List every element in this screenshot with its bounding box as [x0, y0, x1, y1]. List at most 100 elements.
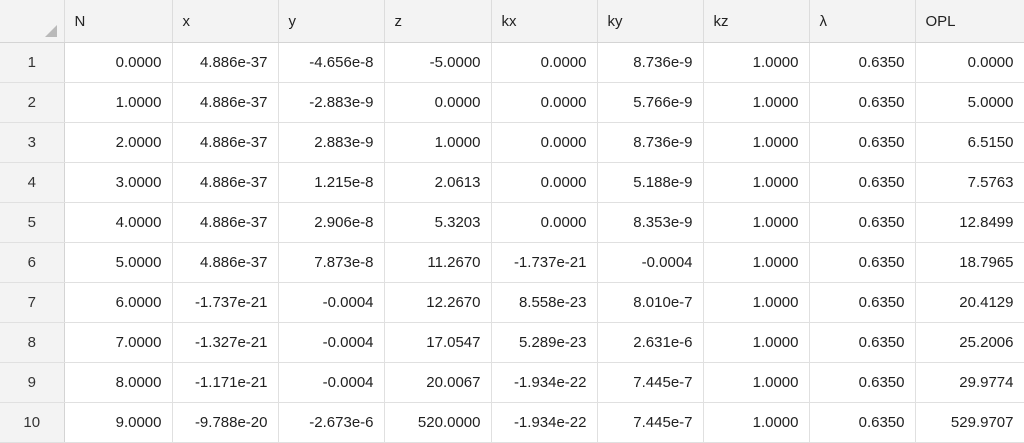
column-header-y[interactable]: y — [278, 0, 385, 43]
cell-lambda[interactable]: 0.6350 — [809, 362, 916, 403]
cell-n[interactable]: 9.0000 — [64, 402, 173, 443]
cell-y[interactable]: -0.0004 — [278, 362, 385, 403]
cell-x[interactable]: 4.886e-37 — [172, 122, 279, 163]
column-header-n[interactable]: N — [64, 0, 173, 43]
cell-kx[interactable]: 0.0000 — [491, 162, 598, 203]
cell-opl[interactable]: 7.5763 — [915, 162, 1024, 203]
cell-y[interactable]: 2.883e-9 — [278, 122, 385, 163]
cell-n[interactable]: 1.0000 — [64, 82, 173, 123]
cell-x[interactable]: -1.327e-21 — [172, 322, 279, 363]
row-header[interactable]: 2 — [0, 82, 65, 123]
column-header-lambda[interactable]: λ — [809, 0, 916, 43]
cell-y[interactable]: 2.906e-8 — [278, 202, 385, 243]
cell-x[interactable]: 4.886e-37 — [172, 162, 279, 203]
cell-kz[interactable]: 1.0000 — [703, 42, 810, 83]
cell-ky[interactable]: 8.736e-9 — [597, 42, 704, 83]
cell-lambda[interactable]: 0.6350 — [809, 242, 916, 283]
cell-z[interactable]: 520.0000 — [384, 402, 492, 443]
column-header-x[interactable]: x — [172, 0, 279, 43]
cell-x[interactable]: 4.886e-37 — [172, 42, 279, 83]
cell-kz[interactable]: 1.0000 — [703, 322, 810, 363]
cell-ky[interactable]: 7.445e-7 — [597, 362, 704, 403]
cell-x[interactable]: 4.886e-37 — [172, 242, 279, 283]
cell-lambda[interactable]: 0.6350 — [809, 202, 916, 243]
column-header-kz[interactable]: kz — [703, 0, 810, 43]
cell-lambda[interactable]: 0.6350 — [809, 162, 916, 203]
cell-kz[interactable]: 1.0000 — [703, 282, 810, 323]
cell-ky[interactable]: 8.353e-9 — [597, 202, 704, 243]
cell-opl[interactable]: 18.7965 — [915, 242, 1024, 283]
row-header[interactable]: 3 — [0, 122, 65, 163]
cell-kx[interactable]: -1.934e-22 — [491, 402, 598, 443]
cell-kz[interactable]: 1.0000 — [703, 162, 810, 203]
cell-n[interactable]: 0.0000 — [64, 42, 173, 83]
row-header[interactable]: 9 — [0, 362, 65, 403]
cell-kz[interactable]: 1.0000 — [703, 202, 810, 243]
column-header-ky[interactable]: ky — [597, 0, 704, 43]
cell-ky[interactable]: 8.736e-9 — [597, 122, 704, 163]
cell-y[interactable]: -0.0004 — [278, 322, 385, 363]
cell-kx[interactable]: 0.0000 — [491, 82, 598, 123]
cell-lambda[interactable]: 0.6350 — [809, 82, 916, 123]
cell-kz[interactable]: 1.0000 — [703, 242, 810, 283]
cell-kz[interactable]: 1.0000 — [703, 122, 810, 163]
cell-opl[interactable]: 6.5150 — [915, 122, 1024, 163]
cell-kz[interactable]: 1.0000 — [703, 402, 810, 443]
cell-z[interactable]: 12.2670 — [384, 282, 492, 323]
row-header[interactable]: 5 — [0, 202, 65, 243]
cell-x[interactable]: 4.886e-37 — [172, 82, 279, 123]
cell-y[interactable]: 7.873e-8 — [278, 242, 385, 283]
cell-kx[interactable]: 0.0000 — [491, 202, 598, 243]
cell-n[interactable]: 5.0000 — [64, 242, 173, 283]
cell-z[interactable]: 2.0613 — [384, 162, 492, 203]
cell-opl[interactable]: 29.9774 — [915, 362, 1024, 403]
row-header[interactable]: 4 — [0, 162, 65, 203]
cell-y[interactable]: -2.883e-9 — [278, 82, 385, 123]
cell-kx[interactable]: -1.934e-22 — [491, 362, 598, 403]
column-header-opl[interactable]: OPL — [915, 0, 1024, 43]
column-header-z[interactable]: z — [384, 0, 492, 43]
cell-ky[interactable]: 5.766e-9 — [597, 82, 704, 123]
cell-kz[interactable]: 1.0000 — [703, 362, 810, 403]
cell-y[interactable]: -4.656e-8 — [278, 42, 385, 83]
cell-ky[interactable]: 5.188e-9 — [597, 162, 704, 203]
cell-ky[interactable]: 7.445e-7 — [597, 402, 704, 443]
cell-n[interactable]: 2.0000 — [64, 122, 173, 163]
cell-opl[interactable]: 529.9707 — [915, 402, 1024, 443]
cell-lambda[interactable]: 0.6350 — [809, 282, 916, 323]
cell-y[interactable]: -0.0004 — [278, 282, 385, 323]
cell-ky[interactable]: 8.010e-7 — [597, 282, 704, 323]
cell-kx[interactable]: 8.558e-23 — [491, 282, 598, 323]
cell-z[interactable]: 11.2670 — [384, 242, 492, 283]
column-header-kx[interactable]: kx — [491, 0, 598, 43]
cell-n[interactable]: 7.0000 — [64, 322, 173, 363]
cell-lambda[interactable]: 0.6350 — [809, 42, 916, 83]
cell-kx[interactable]: 0.0000 — [491, 42, 598, 83]
cell-z[interactable]: 5.3203 — [384, 202, 492, 243]
cell-y[interactable]: -2.673e-6 — [278, 402, 385, 443]
cell-opl[interactable]: 25.2006 — [915, 322, 1024, 363]
cell-x[interactable]: -1.171e-21 — [172, 362, 279, 403]
cell-opl[interactable]: 5.0000 — [915, 82, 1024, 123]
cell-z[interactable]: 1.0000 — [384, 122, 492, 163]
cell-x[interactable]: -1.737e-21 — [172, 282, 279, 323]
cell-n[interactable]: 4.0000 — [64, 202, 173, 243]
cell-kz[interactable]: 1.0000 — [703, 82, 810, 123]
row-header[interactable]: 8 — [0, 322, 65, 363]
row-header[interactable]: 6 — [0, 242, 65, 283]
cell-opl[interactable]: 12.8499 — [915, 202, 1024, 243]
cell-opl[interactable]: 20.4129 — [915, 282, 1024, 323]
cell-z[interactable]: 20.0067 — [384, 362, 492, 403]
cell-n[interactable]: 6.0000 — [64, 282, 173, 323]
cell-ky[interactable]: -0.0004 — [597, 242, 704, 283]
cell-x[interactable]: 4.886e-37 — [172, 202, 279, 243]
cell-kx[interactable]: 5.289e-23 — [491, 322, 598, 363]
cell-opl[interactable]: 0.0000 — [915, 42, 1024, 83]
select-all-corner[interactable] — [0, 0, 65, 43]
cell-kx[interactable]: 0.0000 — [491, 122, 598, 163]
cell-z[interactable]: -5.0000 — [384, 42, 492, 83]
cell-z[interactable]: 0.0000 — [384, 82, 492, 123]
cell-y[interactable]: 1.215e-8 — [278, 162, 385, 203]
row-header[interactable]: 1 — [0, 42, 65, 83]
cell-kx[interactable]: -1.737e-21 — [491, 242, 598, 283]
